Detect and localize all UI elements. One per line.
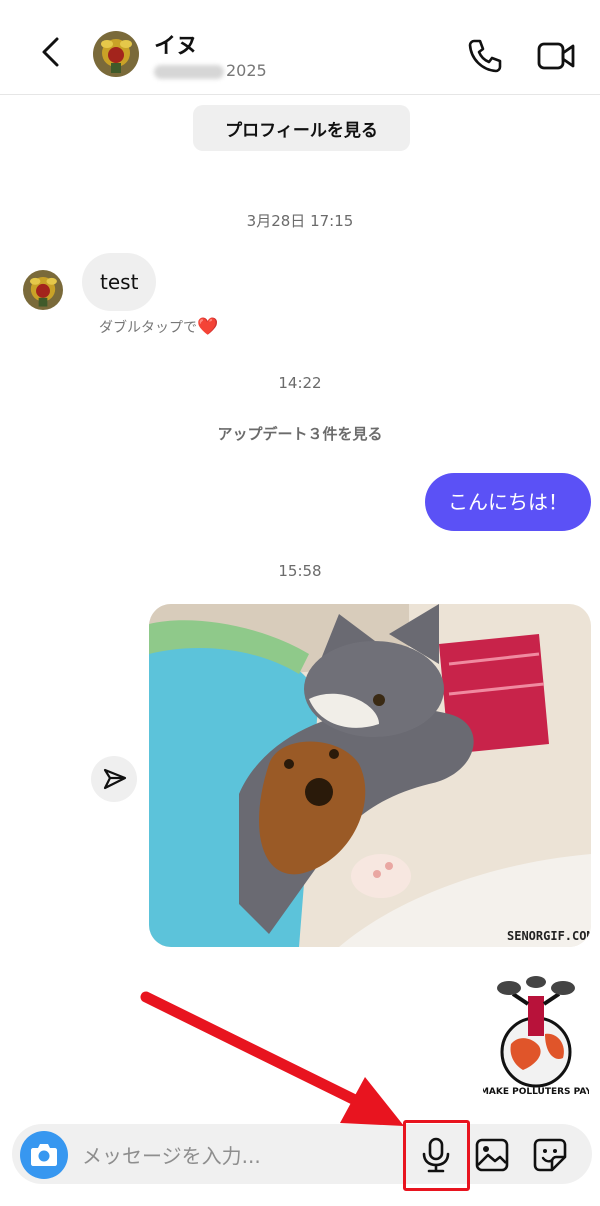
globe-protest-sticker: MAKE POLLUTERS PAY [480,976,593,1097]
sender-avatar[interactable] [23,270,63,310]
view-profile-button[interactable]: プロフィールを見る [193,105,410,151]
timestamp: 3月28日 17:15 [246,212,354,230]
incoming-message[interactable]: test [82,253,157,311]
video-camera-icon [537,42,575,70]
annotation-highlight-box [403,1120,470,1191]
contact-avatar[interactable] [93,31,139,77]
gif-watermark: SENORGIF.COM [507,929,591,943]
gallery-button[interactable] [470,1133,514,1177]
redacted-username [154,64,224,79]
sticker-message[interactable]: MAKE POLLUTERS PAY [480,974,593,1097]
chevron-left-icon [42,37,59,67]
reaction-hint-text: ダブルタップで [99,320,197,336]
timestamp: 15:58 [278,562,322,580]
sticker-icon [533,1138,567,1172]
share-button[interactable] [91,756,137,802]
voice-call-button[interactable] [462,33,506,77]
outgoing-message[interactable]: こんにちは！ [425,473,591,531]
reaction-hint: ダブルタップで❤️ [99,317,218,337]
message-input[interactable] [80,1135,384,1177]
contact-name[interactable]: イヌ [154,28,198,60]
sticker-caption: MAKE POLLUTERS PAY [483,1087,589,1096]
camera-button[interactable] [20,1131,68,1179]
sticker-button[interactable] [528,1133,572,1177]
username-suffix: 2025 [226,61,267,80]
back-button[interactable] [30,30,74,74]
gif-message[interactable]: SENORGIF.COM [149,604,591,947]
image-icon [475,1138,509,1172]
gif-image: SENORGIF.COM [149,604,591,947]
heart-icon: ❤️ [197,317,219,337]
chat-header: イヌ 2025 [0,0,600,95]
contact-username: 2025 [154,61,267,80]
camera-icon [31,1144,57,1166]
send-icon [103,768,127,790]
video-call-button[interactable] [533,34,579,78]
timestamp: 14:22 [278,374,322,392]
phone-icon [468,39,502,73]
view-updates-link[interactable]: アップデート３件を見る [0,423,600,444]
